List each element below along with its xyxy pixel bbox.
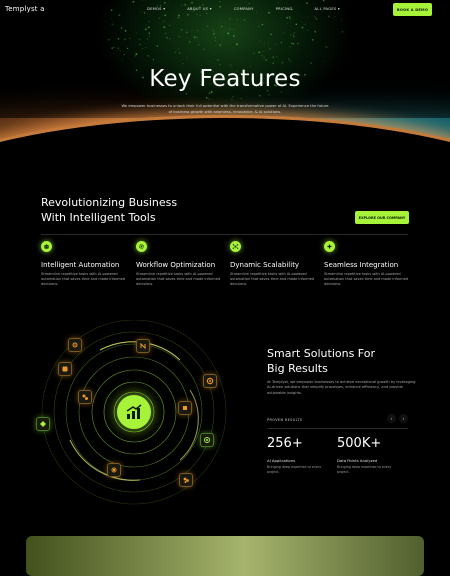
feature-title: Seamless Integration (324, 261, 399, 269)
network-icon (230, 241, 241, 252)
bottom-preview-panel (26, 536, 424, 576)
stat-card: 256+ AI Applications Bringing deep exper… (267, 436, 337, 474)
feature-desc: Streamline repetitive tasks with AI-powe… (324, 272, 409, 286)
feature-title: Intelligent Automation (41, 261, 120, 269)
book-demo-button[interactable]: BOOK A DEMO (393, 3, 432, 16)
feature-title: Workflow Optimization (136, 261, 216, 269)
feature-card: Workflow Optimization Streamline repetit… (136, 241, 226, 287)
orbit-badge-icon (107, 463, 121, 477)
brand-name: Templyst (5, 5, 38, 13)
stat-value: 256+ (267, 436, 303, 451)
feature-card: Dynamic Scalability Streamline repetitiv… (230, 241, 320, 287)
orbit-badge-icon (179, 473, 193, 487)
orbit-badge-icon (78, 390, 92, 404)
nav-link-company[interactable]: COMPANY (234, 7, 254, 11)
orbit-badge-icon (68, 338, 82, 352)
smart-title-line1: Smart Solutions For (267, 347, 375, 360)
brand-logo[interactable]: Templyst a (5, 5, 45, 13)
features-heading-line2: With Intelligent Tools (41, 211, 156, 224)
gear-icon (136, 241, 147, 252)
features-heading: Revolutionizing Business With Intelligen… (41, 195, 261, 225)
prev-arrow-icon[interactable]: ‹ (387, 414, 396, 423)
growth-chart-icon (117, 395, 151, 429)
proven-results-label: PROVEN RESULTS (267, 418, 303, 422)
sparkle-icon (324, 241, 335, 252)
hero-subtitle: We empower businesses to unlock their fu… (121, 104, 329, 114)
smart-solutions-desc: At Templyst, we empower businesses to ac… (267, 380, 416, 395)
stat-desc: Bringing deep expertise to every project… (267, 465, 322, 474)
nav-link-pricing[interactable]: PRICING (276, 7, 293, 11)
feature-desc: Streamline repetitive tasks with AI-powe… (41, 272, 126, 286)
stats-divider (267, 428, 408, 429)
stat-label: AI Applications (267, 458, 296, 463)
explore-company-button[interactable]: EXPLORE OUR COMPANY (355, 211, 409, 224)
stat-card: 500K+ Data Points Analyzed Bringing deep… (337, 436, 407, 474)
feature-desc: Streamline repetitive tasks with AI-powe… (230, 272, 315, 286)
nav-link-all-pages[interactable]: ALL PAGES ▾ (315, 7, 341, 11)
orbit-badge-icon (58, 362, 72, 376)
robot-icon (41, 241, 52, 252)
nav-links: DEMOS ▾ ABOUT US ▾ COMPANY PRICING ALL P… (147, 7, 362, 11)
n-logo-icon (136, 339, 150, 353)
orbit-graphic (30, 320, 235, 505)
stat-value: 500K+ (337, 436, 382, 451)
hero-section: Templyst a DEMOS ▾ ABOUT US ▾ COMPANY PR… (0, 0, 450, 185)
feature-card: Seamless Integration Streamline repetiti… (324, 241, 414, 287)
orbit-badge-icon (203, 374, 217, 388)
next-arrow-icon[interactable]: › (399, 414, 408, 423)
feature-card: Intelligent Automation Streamline repeti… (41, 241, 131, 287)
orbit-badge-icon (36, 417, 50, 431)
feature-desc: Streamline repetitive tasks with AI-powe… (136, 272, 221, 286)
top-nav: Templyst a DEMOS ▾ ABOUT US ▾ COMPANY PR… (0, 0, 450, 20)
feature-title: Dynamic Scalability (230, 261, 300, 269)
stat-desc: Bringing deep expertise to every project… (337, 465, 392, 474)
orbit-badge-icon (178, 401, 192, 415)
carousel-arrows: ‹ › (387, 414, 408, 423)
orbit-badge-icon (200, 433, 214, 447)
hero-title: Key Features (149, 66, 301, 92)
stat-label: Data Points Analyzed (337, 458, 378, 463)
features-heading-line1: Revolutionizing Business (41, 196, 178, 209)
nav-link-demos[interactable]: DEMOS ▾ (147, 7, 165, 11)
smart-solutions-title: Smart Solutions For Big Results (267, 346, 427, 376)
nav-link-about[interactable]: ABOUT US ▾ (187, 7, 212, 11)
section-divider (41, 234, 408, 235)
brand-mark: a (40, 5, 45, 13)
smart-title-line2: Big Results (267, 362, 328, 375)
